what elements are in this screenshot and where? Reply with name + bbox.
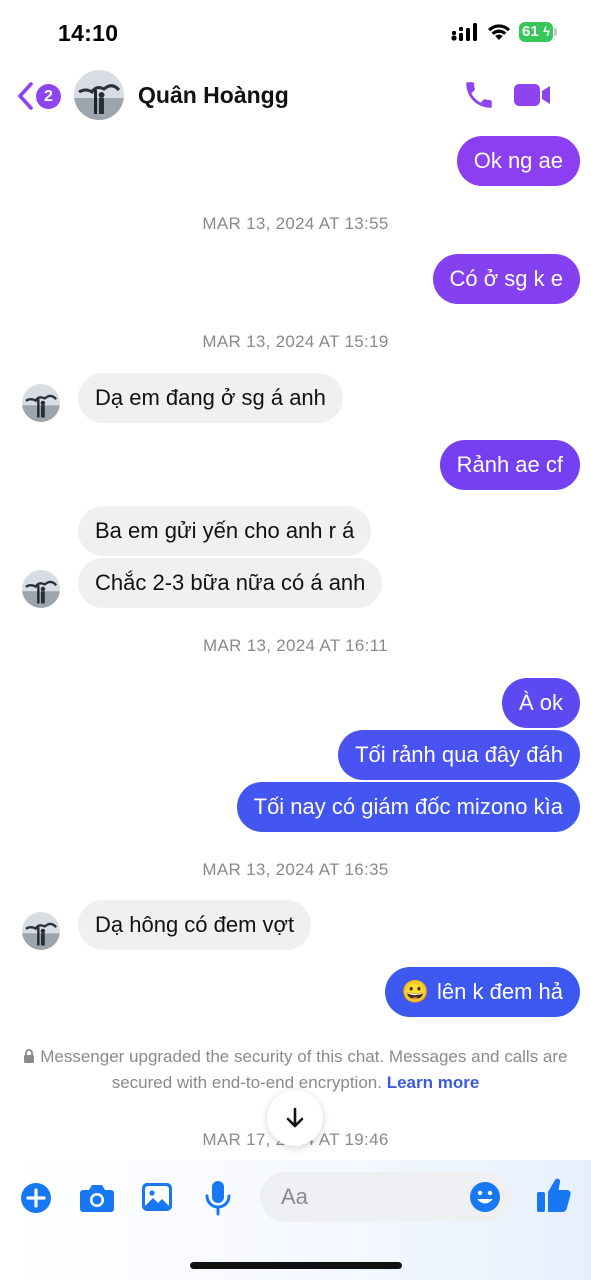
message-bubble-outgoing[interactable]: 😀 lên k đem hả	[384, 967, 580, 1017]
camera-button[interactable]	[79, 1182, 115, 1219]
message-text: Tối rảnh qua đây đáh	[355, 742, 563, 767]
home-indicator	[190, 1262, 402, 1269]
timestamp: MAR 13, 2024 AT 13:55	[202, 214, 389, 233]
message-bubble-outgoing[interactable]: Rảnh ae cf	[439, 440, 580, 490]
message-bubble-outgoing[interactable]: Tối rảnh qua đây đáh	[338, 730, 580, 780]
battery-icon: 61 ϟ	[519, 22, 557, 42]
message-text: Chắc 2-3 bữa nữa có á anh	[95, 570, 366, 595]
message-text: Tối nay có giám đốc mizono kìa	[253, 794, 563, 819]
message-bubble-outgoing[interactable]: Có ở sg k e	[432, 254, 580, 304]
status-icons: 61 ϟ	[451, 22, 557, 42]
more-actions-button[interactable]	[20, 1182, 52, 1219]
message-composer: Aa	[0, 1160, 591, 1280]
contact-name[interactable]: Quân Hoàngg	[138, 82, 289, 109]
timestamp: MAR 13, 2024 AT 15:19	[202, 332, 389, 351]
status-time: 14:10	[58, 20, 119, 46]
sender-avatar[interactable]	[22, 384, 60, 422]
message-list[interactable]: Ok ng ae MAR 13, 2024 AT 13:55 Có ở sg k…	[0, 126, 591, 1160]
back-chevron-icon	[18, 82, 33, 110]
voice-message-button[interactable]	[205, 1180, 231, 1221]
message-text: Dạ hông có đem vợt	[95, 912, 295, 937]
lock-icon	[24, 1049, 35, 1063]
audio-call-button[interactable]	[462, 78, 496, 112]
grinning-face-emoji: 😀	[401, 979, 430, 1004]
message-text: Ok ng ae	[473, 148, 563, 173]
message-input[interactable]: Aa	[260, 1172, 512, 1222]
message-bubble-incoming[interactable]: Dạ em đang ở sg á anh	[78, 373, 343, 423]
plus-icon	[21, 1183, 51, 1213]
sender-avatar[interactable]	[22, 570, 60, 608]
phone-icon	[466, 82, 492, 108]
learn-more-link[interactable]: Learn more	[387, 1073, 480, 1092]
back-button[interactable]: 2	[16, 78, 61, 114]
security-notice: Messenger upgraded the security of this …	[20, 1044, 571, 1096]
contact-avatar[interactable]	[74, 70, 124, 120]
message-text: Rảnh ae cf	[456, 452, 563, 477]
message-input-placeholder: Aa	[281, 1184, 308, 1209]
signal-icon	[451, 23, 477, 41]
camera-icon	[80, 1185, 114, 1212]
wifi-icon	[488, 24, 510, 40]
arrow-down-icon	[286, 1107, 304, 1128]
video-call-button[interactable]	[512, 80, 552, 110]
message-text: Dạ em đang ở sg á anh	[95, 385, 326, 410]
thumbs-up-icon	[537, 1178, 571, 1212]
message-bubble-outgoing[interactable]: À ok	[501, 678, 580, 728]
message-text: Ba em gửi yến cho anh r á	[95, 518, 355, 543]
sender-avatar[interactable]	[22, 912, 60, 950]
message-bubble-outgoing[interactable]: Tối nay có giám đốc mizono kìa	[236, 782, 580, 832]
video-camera-icon	[514, 84, 550, 106]
status-bar: 14:10 61 ϟ	[0, 0, 591, 66]
conversation-header: 2 Quân Hoàngg	[0, 66, 591, 126]
scroll-to-bottom-button[interactable]	[267, 1090, 323, 1146]
microphone-icon	[205, 1181, 231, 1216]
message-bubble-incoming[interactable]: Ba em gửi yến cho anh r á	[78, 506, 372, 556]
message-bubble-incoming[interactable]: Dạ hông có đem vợt	[78, 900, 312, 950]
message-bubble-outgoing[interactable]: Ok ng ae	[456, 136, 580, 186]
gallery-button[interactable]	[141, 1182, 173, 1217]
emoji-button[interactable]	[468, 1180, 502, 1214]
timestamp: MAR 13, 2024 AT 16:35	[202, 860, 389, 879]
image-icon	[142, 1183, 172, 1211]
message-text: lên k đem hả	[437, 979, 563, 1004]
message-text: À ok	[518, 690, 563, 715]
unread-count-badge: 2	[36, 83, 61, 109]
emoji-icon	[470, 1182, 500, 1212]
like-button[interactable]	[536, 1176, 572, 1219]
timestamp: MAR 13, 2024 AT 16:11	[203, 636, 388, 655]
security-notice-text: Messenger upgraded the security of this …	[40, 1047, 568, 1092]
message-text: Có ở sg k e	[449, 266, 563, 291]
message-bubble-incoming[interactable]: Chắc 2-3 bữa nữa có á anh	[78, 558, 383, 608]
battery-level: 61	[522, 23, 539, 40]
